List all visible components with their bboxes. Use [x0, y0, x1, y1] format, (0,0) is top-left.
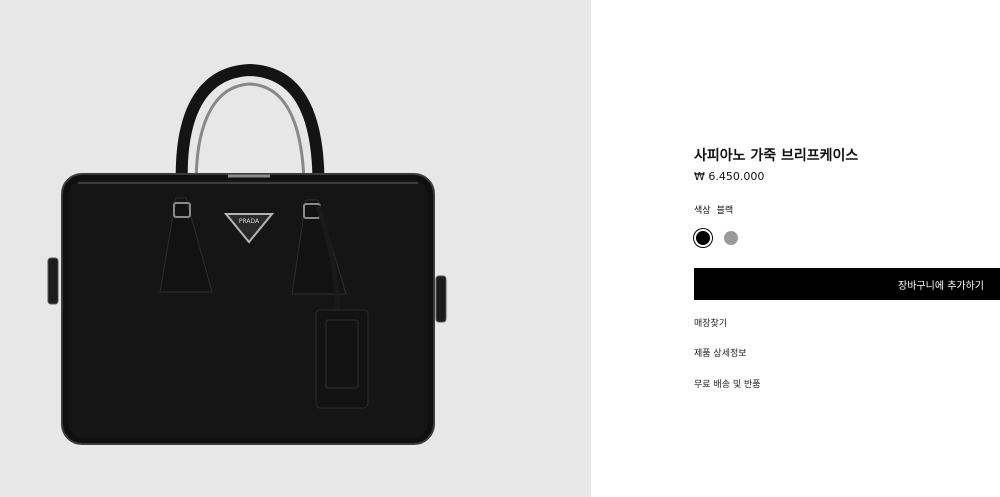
swatch-black[interactable]	[696, 231, 710, 245]
color-label: 색상	[694, 206, 711, 216]
brand-logo-text: PRADA	[239, 218, 260, 225]
store-finder-link[interactable]: 매장찾기	[694, 316, 727, 329]
add-to-cart-button[interactable]: 장바구니에 추가하기	[694, 268, 1000, 300]
product-details-link[interactable]: 제품 상세정보	[694, 346, 747, 359]
product-info-panel: 사피아노 가죽 브리프케이스 ₩ 6.450.000 색상 블랙 장바구니에 추가…	[694, 0, 1000, 497]
color-value: 블랙	[716, 206, 734, 216]
product-image-pane: PRADA	[0, 0, 591, 497]
product-title: 사피아노 가죽 브리프케이스	[694, 148, 859, 164]
product-image-briefcase: PRADA	[47, 63, 447, 445]
product-price: ₩ 6.450.000	[694, 170, 765, 183]
color-selector-label: 색상 블랙	[694, 203, 733, 216]
shipping-returns-link[interactable]: 무료 배송 및 반품	[694, 377, 761, 390]
swatch-gray[interactable]	[724, 231, 738, 245]
